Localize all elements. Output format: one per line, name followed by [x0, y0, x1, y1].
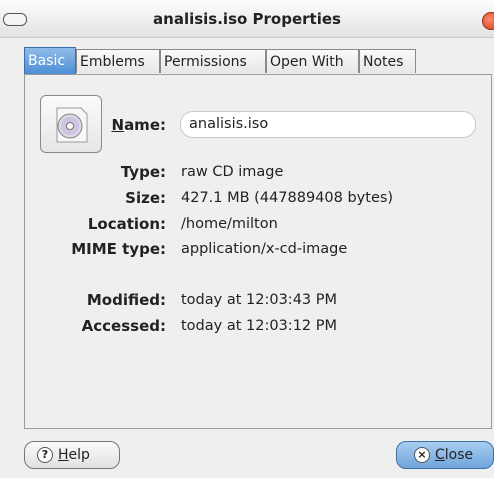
name-label: Name:	[111, 116, 167, 134]
help-button-label: Help	[58, 447, 90, 463]
name-field[interactable]: analisis.iso	[180, 111, 476, 138]
window-close-icon[interactable]	[482, 12, 494, 30]
title-bar[interactable]: analisis.iso Properties	[0, 0, 494, 38]
accessed-label: Accessed:	[81, 317, 166, 335]
properties-dialog: analisis.iso Properties Basic Emblems Pe…	[0, 0, 494, 478]
help-icon: ?	[37, 447, 53, 463]
size-value: 427.1 MB (447889408 bytes)	[181, 190, 394, 206]
modified-label: Modified:	[86, 291, 166, 309]
close-button-label: Close	[435, 447, 474, 463]
mime-type-value: application/x-cd-image	[181, 241, 348, 257]
type-value: raw CD image	[181, 164, 284, 180]
type-label: Type:	[120, 163, 166, 181]
mime-type-label: MIME type:	[71, 240, 166, 258]
tab-notes[interactable]: Notes	[359, 49, 416, 73]
tab-open-with[interactable]: Open With	[266, 49, 359, 73]
location-value: /home/milton	[181, 216, 278, 232]
modified-value: today at 12:03:43 PM	[181, 292, 338, 308]
window-title: analisis.iso Properties	[153, 10, 341, 28]
help-button[interactable]: ? Help	[24, 441, 120, 469]
tab-permissions[interactable]: Permissions	[160, 49, 266, 73]
tab-emblems[interactable]: Emblems	[76, 49, 160, 73]
accessed-value: today at 12:03:12 PM	[181, 318, 338, 334]
tab-basic[interactable]: Basic	[24, 47, 76, 74]
location-label: Location:	[87, 215, 166, 233]
close-button[interactable]: × Close	[396, 441, 494, 469]
size-label: Size:	[125, 189, 166, 207]
close-icon: ×	[414, 447, 430, 463]
